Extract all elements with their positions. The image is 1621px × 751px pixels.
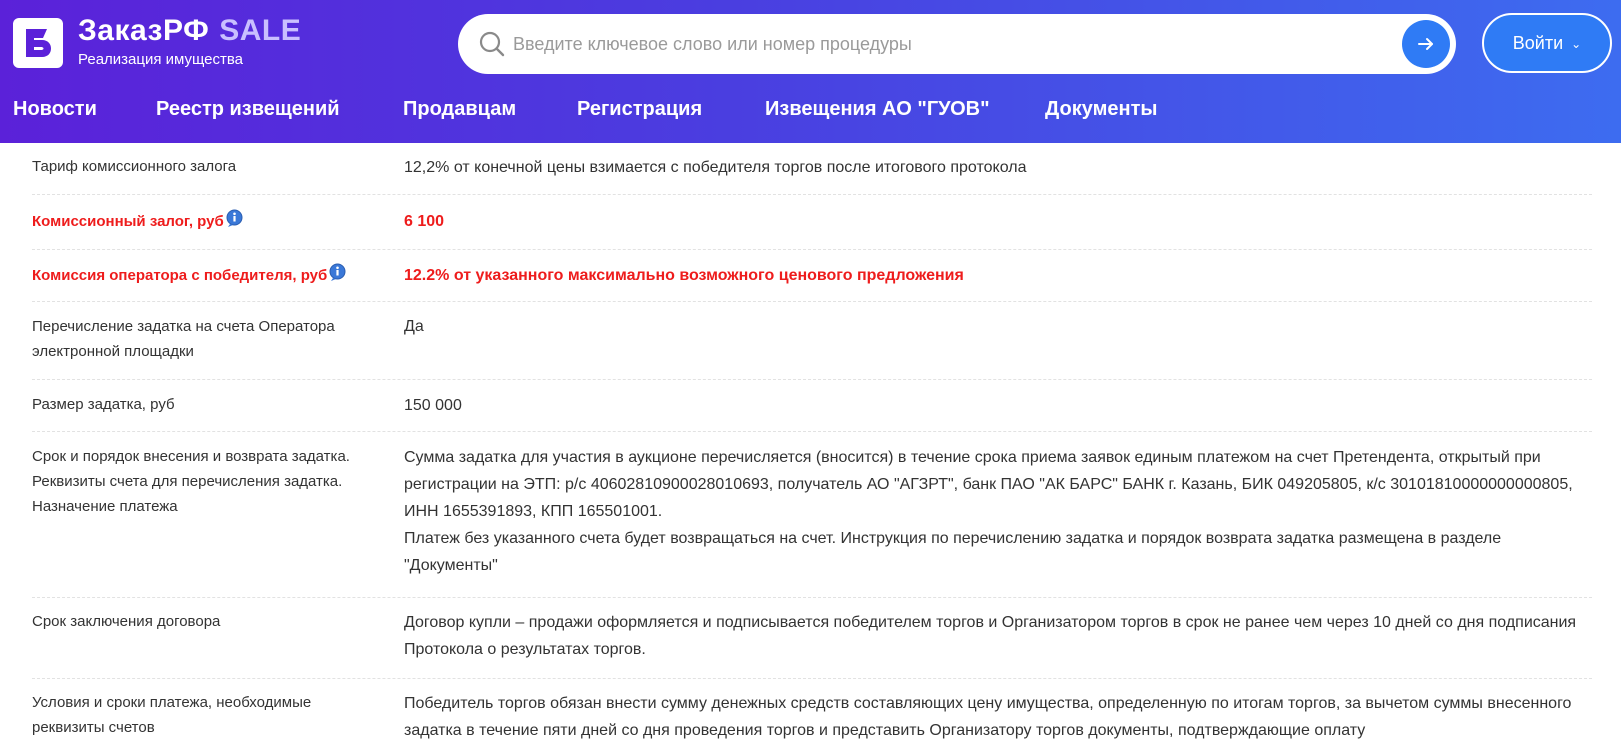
arrow-right-icon — [1418, 38, 1433, 50]
search-input[interactable] — [513, 24, 1373, 64]
nav-item-documents[interactable]: Документы — [1045, 92, 1157, 126]
detail-label: Срок и порядок внесения и возврата задат… — [32, 448, 350, 515]
brand-title: ЗаказРФ — [78, 14, 210, 47]
detail-value: 150 000 — [404, 397, 462, 414]
chevron-down-icon: ⌄ — [1571, 36, 1582, 51]
detail-row: Перечисление задатка на счета Оператора … — [32, 302, 1592, 380]
nav-item-registry[interactable]: Реестр извещений — [156, 92, 340, 126]
detail-label: Перечисление задатка на счета Оператора … — [32, 318, 335, 360]
detail-value: Договор купли – продажи оформляется и по… — [404, 614, 1577, 658]
search-submit-button[interactable] — [1402, 20, 1450, 68]
search-bar — [458, 14, 1456, 74]
detail-paragraph: Платеж без указанного счета будет возвра… — [404, 530, 1502, 574]
detail-row: Срок заключения договора Договор купли –… — [32, 598, 1592, 679]
detail-value: 12,2% от конечной цены взимается с побед… — [404, 159, 1027, 176]
detail-label: Размер задатка, руб — [32, 396, 175, 413]
search-icon — [479, 31, 505, 57]
detail-row: Тариф комиссионного залога 12,2% от коне… — [32, 143, 1592, 195]
detail-value: 6 100 — [404, 213, 445, 230]
login-label: Войти — [1512, 32, 1564, 53]
detail-value: 12.2% от указанного максимально возможно… — [404, 267, 964, 284]
detail-row: Размер задатка, руб 150 000 — [32, 380, 1592, 432]
nav-item-registration[interactable]: Регистрация — [577, 92, 702, 126]
detail-label: Тариф комиссионного залога — [32, 158, 237, 175]
detail-value: Победитель торгов обязан внести сумму де… — [404, 695, 1572, 739]
detail-paragraph: Сумма задатка для участия в аукционе пер… — [404, 449, 1573, 520]
detail-label: Комиссия оператора с победителя, руб — [32, 263, 382, 288]
detail-row: Комиссия оператора с победителя, руб 12.… — [32, 250, 1592, 302]
brand-subtitle: Реализация имущества — [78, 51, 244, 68]
detail-label-text: Комиссия оператора с победителя, руб — [32, 267, 328, 284]
login-button[interactable]: Войти ⌄ — [1482, 13, 1612, 73]
detail-row: Условия и сроки платежа, необходимые рек… — [32, 679, 1592, 751]
detail-label: Комиссионный залог, руб — [32, 209, 382, 234]
brand-sale: SALE — [219, 14, 302, 47]
info-icon[interactable] — [328, 263, 347, 282]
brand-name[interactable]: ЗаказРФ SALE — [78, 14, 301, 48]
detail-value: Да — [404, 318, 424, 335]
detail-row: Срок и порядок внесения и возврата задат… — [32, 432, 1592, 598]
logo-icon[interactable] — [13, 18, 63, 68]
site-header: ЗаказРФSALE Реализация имущества Войти⌄ … — [0, 0, 1621, 143]
detail-label-text: Комиссионный залог, руб — [32, 213, 224, 230]
nav-item-guov-notices[interactable]: Извещения АО "ГУОВ" — [765, 92, 990, 126]
nav-item-news[interactable]: Новости — [13, 92, 97, 126]
nav-item-sellers[interactable]: Продавцам — [403, 92, 516, 126]
detail-row: Комиссионный залог, руб 6 100 — [32, 195, 1592, 250]
detail-label: Срок заключения договора — [32, 613, 221, 630]
info-icon[interactable] — [225, 209, 244, 228]
detail-label: Условия и сроки платежа, необходимые рек… — [32, 694, 312, 736]
detail-value: Сумма задатка для участия в аукционе пер… — [404, 444, 1589, 579]
